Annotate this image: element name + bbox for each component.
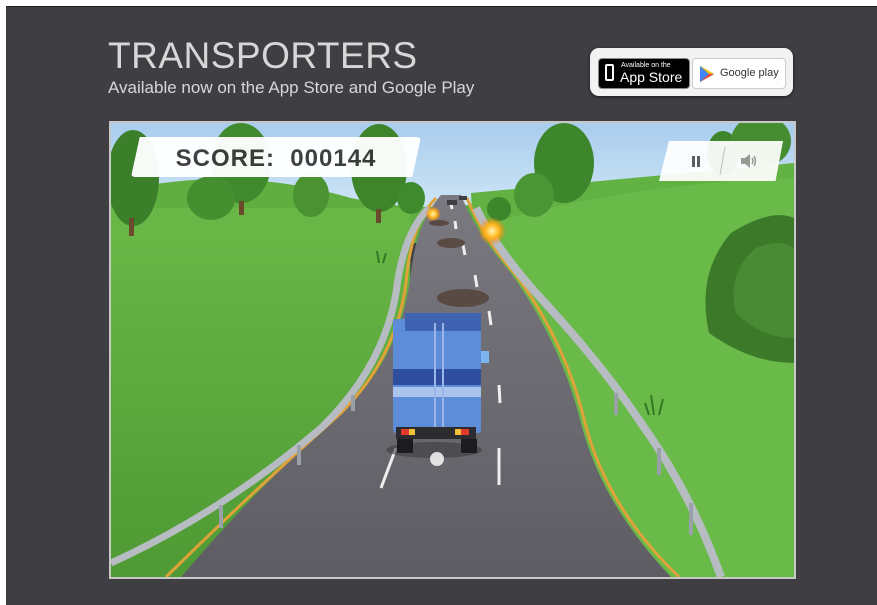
game-controls [659, 141, 783, 181]
player-truck [386, 313, 489, 466]
app-store-small-label: Available on the [621, 62, 671, 69]
page-frame: TRANSPORTERS Available now on the App St… [6, 6, 877, 605]
explosion [425, 206, 441, 222]
phone-icon [605, 64, 614, 81]
game-scene [111, 123, 794, 577]
app-store-label: App Store [620, 69, 683, 85]
page-title: TRANSPORTERS [108, 35, 418, 76]
google-play-icon [700, 66, 714, 82]
google-play-label: Google play [720, 67, 779, 79]
score-label: SCORE: [175, 145, 275, 172]
store-badges: Available on the App Store Google play [590, 48, 793, 96]
score-value: 000144 [290, 145, 377, 172]
score-display: SCORE: 000144 [131, 145, 421, 173]
sound-button[interactable] [725, 141, 779, 181]
score-panel: SCORE: 000144 [131, 137, 421, 177]
speaker-icon [741, 154, 757, 168]
game-canvas[interactable]: SCORE: 000144 [109, 121, 796, 579]
page-subtitle: Available now on the App Store and Googl… [108, 78, 475, 97]
explosion [478, 217, 506, 245]
app-store-badge[interactable]: Available on the App Store [598, 58, 690, 89]
google-play-badge[interactable]: Google play [692, 58, 786, 89]
pause-button[interactable] [669, 141, 723, 181]
pause-icon [692, 156, 695, 167]
